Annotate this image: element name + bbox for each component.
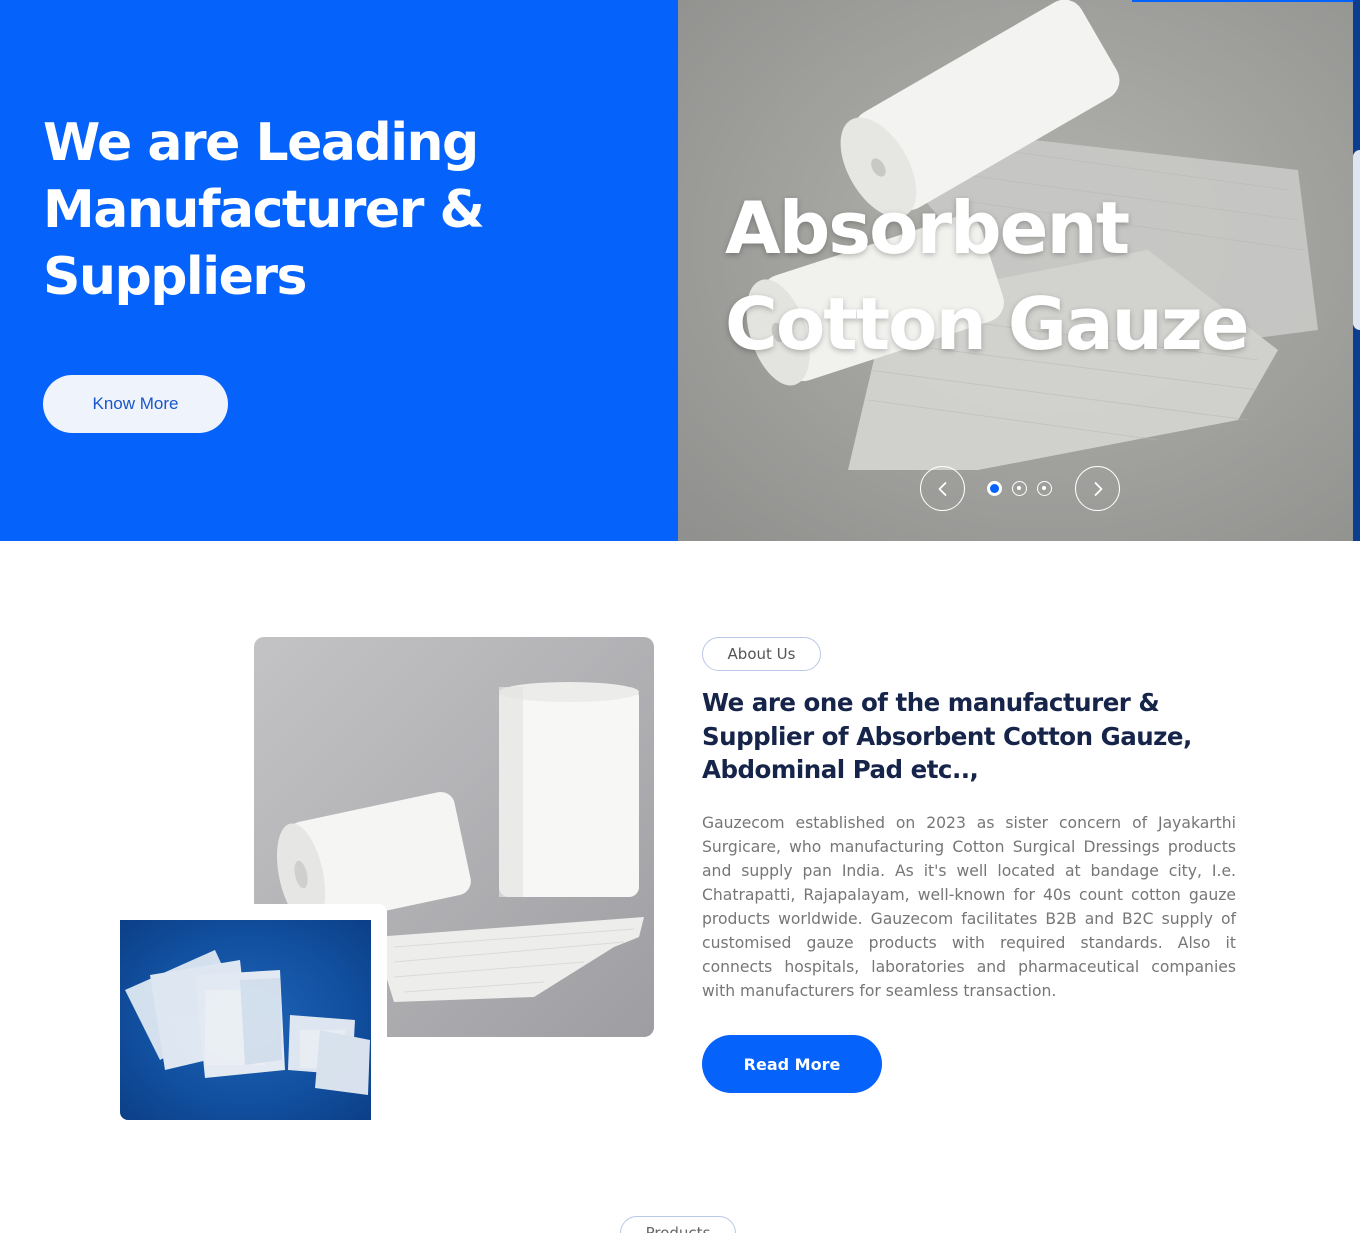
slider-dot-1[interactable]	[987, 481, 1002, 496]
slider-dot-3[interactable]	[1037, 481, 1052, 496]
chevron-right-icon	[1094, 481, 1102, 496]
hero-title: We are Leading Manufacturer & Suppliers	[43, 113, 485, 307]
know-more-button[interactable]: Know More	[43, 375, 228, 433]
next-slide-peek	[1353, 0, 1360, 541]
top-accent-strip	[1132, 0, 1353, 2]
gauze-pads-image	[125, 950, 370, 1095]
slider-prev-button[interactable]	[920, 466, 965, 511]
hero-left-panel: We are Leading Manufacturer & Suppliers …	[0, 0, 678, 541]
slide-title: Absorbent Cotton Gauze	[725, 186, 1250, 366]
about-us-tag: About Us	[702, 637, 821, 671]
about-description: Gauzecom established on 2023 as sister c…	[702, 814, 1236, 1000]
slider-next-button[interactable]	[1075, 466, 1120, 511]
slider-dot-2[interactable]	[1012, 481, 1027, 496]
gauze-pads-photo	[120, 920, 371, 1120]
read-more-button[interactable]: Read More	[702, 1035, 882, 1093]
chevron-left-icon	[938, 481, 946, 496]
hero-section: We are Leading Manufacturer & Suppliers …	[0, 0, 1360, 541]
products-tag: Products	[620, 1216, 736, 1233]
about-heading: We are one of the manufacturer & Supplie…	[702, 688, 1192, 784]
